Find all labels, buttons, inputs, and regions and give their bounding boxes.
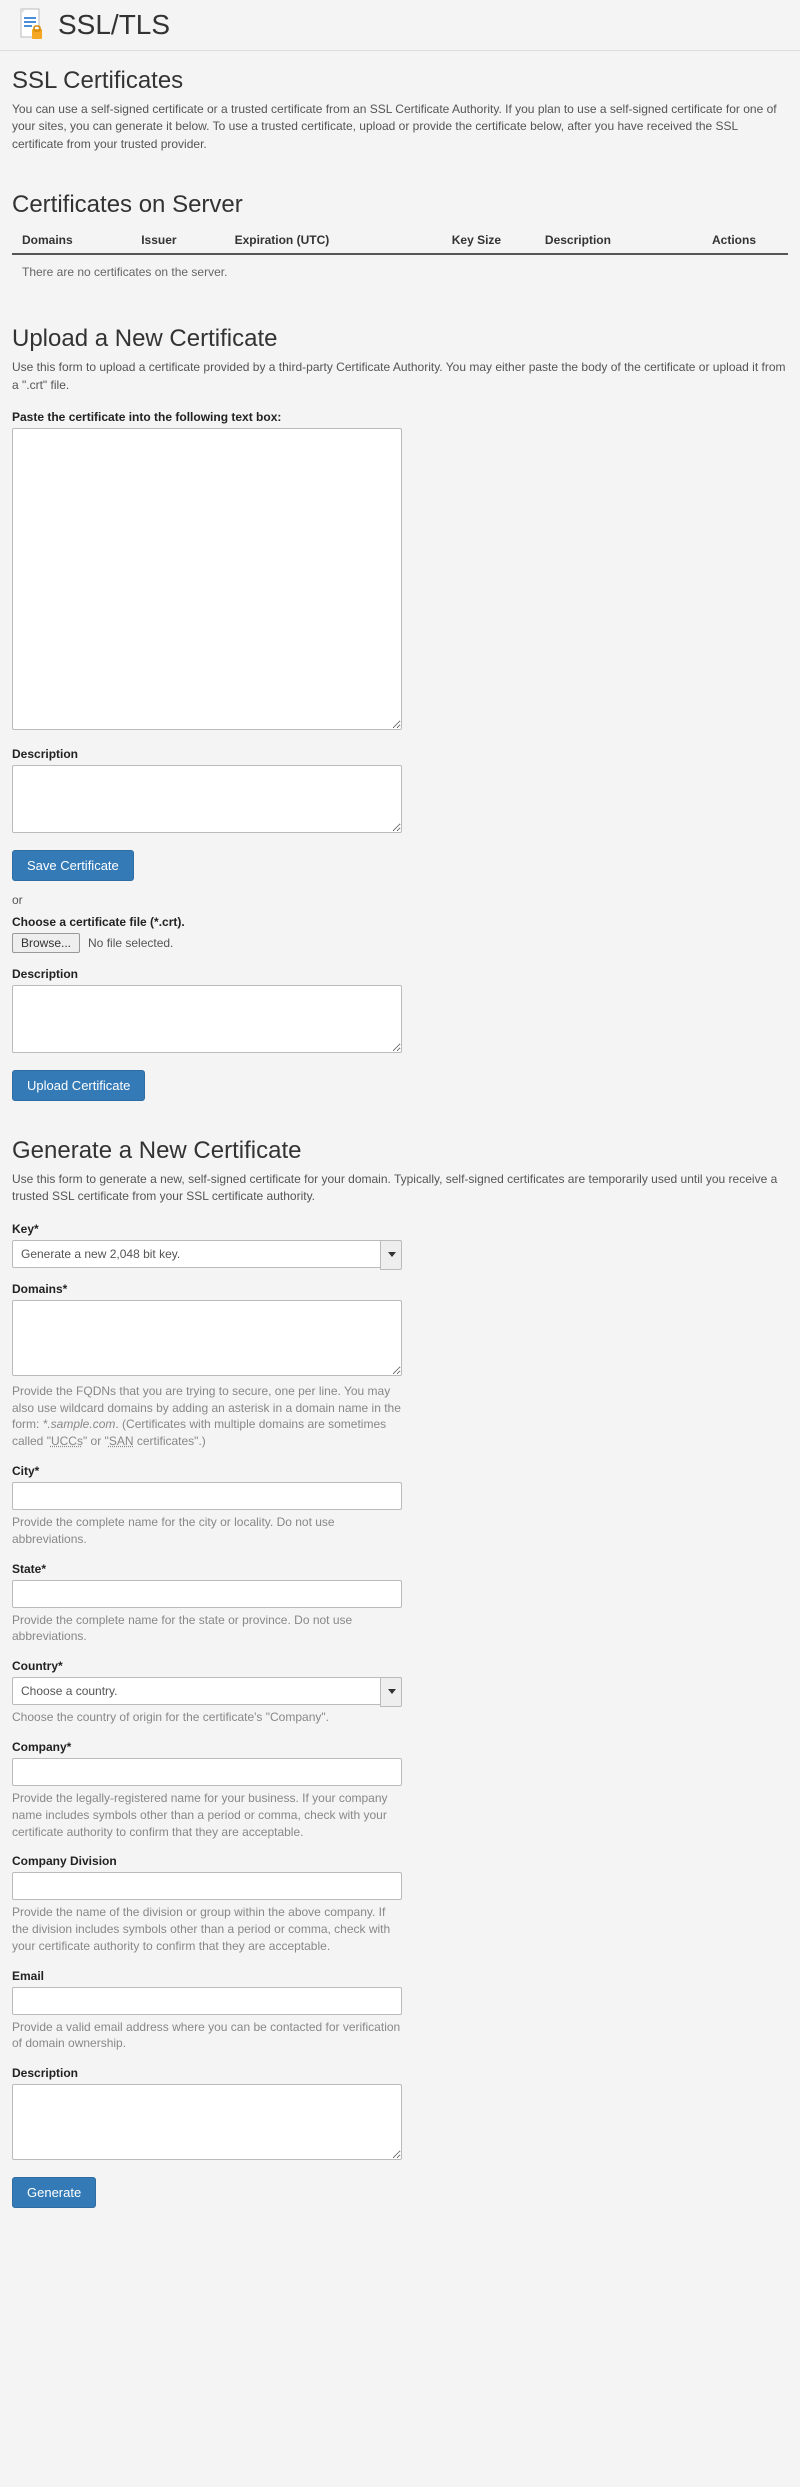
state-help: Provide the complete name for the state … — [12, 1612, 402, 1646]
upload-desc-textarea[interactable] — [12, 765, 402, 833]
generate-section: Generate a New Certificate Use this form… — [0, 1121, 800, 2228]
col-key-size[interactable]: Key Size — [418, 225, 535, 254]
generate-button[interactable]: Generate — [12, 2177, 96, 2208]
upload-desc: Use this form to upload a certificate pr… — [12, 359, 788, 394]
email-input[interactable] — [12, 1987, 402, 2015]
col-issuer[interactable]: Issuer — [131, 225, 224, 254]
division-input[interactable] — [12, 1872, 402, 1900]
company-label: Company* — [12, 1740, 788, 1754]
file-status: No file selected. — [88, 936, 173, 950]
company-input[interactable] — [12, 1758, 402, 1786]
paste-label: Paste the certificate into the following… — [12, 410, 788, 424]
upload-desc-label: Description — [12, 747, 788, 761]
upload-certificate-button[interactable]: Upload Certificate — [12, 1070, 145, 1101]
upload-section: Upload a New Certificate Use this form t… — [0, 309, 800, 1121]
col-description[interactable]: Description — [535, 225, 680, 254]
key-label: Key* — [12, 1222, 788, 1236]
paste-cert-textarea[interactable] — [12, 428, 402, 730]
empty-msg: There are no certificates on the server. — [12, 254, 788, 289]
country-help: Choose the country of origin for the cer… — [12, 1709, 402, 1726]
ssltls-icon — [12, 6, 50, 44]
email-help: Provide a valid email address where you … — [12, 2019, 402, 2053]
company-help: Provide the legally-registered name for … — [12, 1790, 402, 1840]
city-label: City* — [12, 1464, 788, 1478]
ssl-certs-desc: You can use a self-signed certificate or… — [12, 101, 788, 153]
page-header: SSL/TLS — [0, 0, 800, 51]
page-title: SSL/TLS — [58, 9, 170, 41]
generate-heading: Generate a New Certificate — [12, 1137, 788, 1165]
domains-label: Domains* — [12, 1282, 788, 1296]
domains-help: Provide the FQDNs that you are trying to… — [12, 1383, 402, 1450]
country-label: Country* — [12, 1659, 788, 1673]
choose-file-label: Choose a certificate file (*.crt). — [12, 915, 788, 929]
upload-heading: Upload a New Certificate — [12, 325, 788, 353]
certs-on-server-section: Certificates on Server Domains Issuer Ex… — [0, 177, 800, 309]
col-expiration[interactable]: Expiration (UTC) — [225, 225, 418, 254]
gen-desc-label: Description — [12, 2066, 788, 2080]
upload-desc2-label: Description — [12, 967, 788, 981]
state-input[interactable] — [12, 1580, 402, 1608]
gen-desc-textarea[interactable] — [12, 2084, 402, 2160]
col-actions: Actions — [680, 225, 788, 254]
email-label: Email — [12, 1969, 788, 1983]
certs-on-server-heading: Certificates on Server — [12, 191, 788, 219]
or-text: or — [12, 893, 788, 907]
state-label: State* — [12, 1562, 788, 1576]
upload-desc2-textarea[interactable] — [12, 985, 402, 1053]
key-select[interactable]: Generate a new 2,048 bit key. — [12, 1240, 402, 1268]
division-help: Provide the name of the division or grou… — [12, 1904, 402, 1954]
division-label: Company Division — [12, 1854, 788, 1868]
domains-textarea[interactable] — [12, 1300, 402, 1376]
ssl-certificates-section: SSL Certificates You can use a self-sign… — [0, 51, 800, 177]
country-select[interactable]: Choose a country. — [12, 1677, 402, 1705]
browse-button[interactable]: Browse... — [12, 933, 80, 953]
generate-desc: Use this form to generate a new, self-si… — [12, 1171, 788, 1206]
save-certificate-button[interactable]: Save Certificate — [12, 850, 134, 881]
city-help: Provide the complete name for the city o… — [12, 1514, 402, 1548]
col-domains[interactable]: Domains — [12, 225, 131, 254]
ssl-certs-heading: SSL Certificates — [12, 67, 788, 95]
city-input[interactable] — [12, 1482, 402, 1510]
certs-table: Domains Issuer Expiration (UTC) Key Size… — [12, 225, 788, 289]
